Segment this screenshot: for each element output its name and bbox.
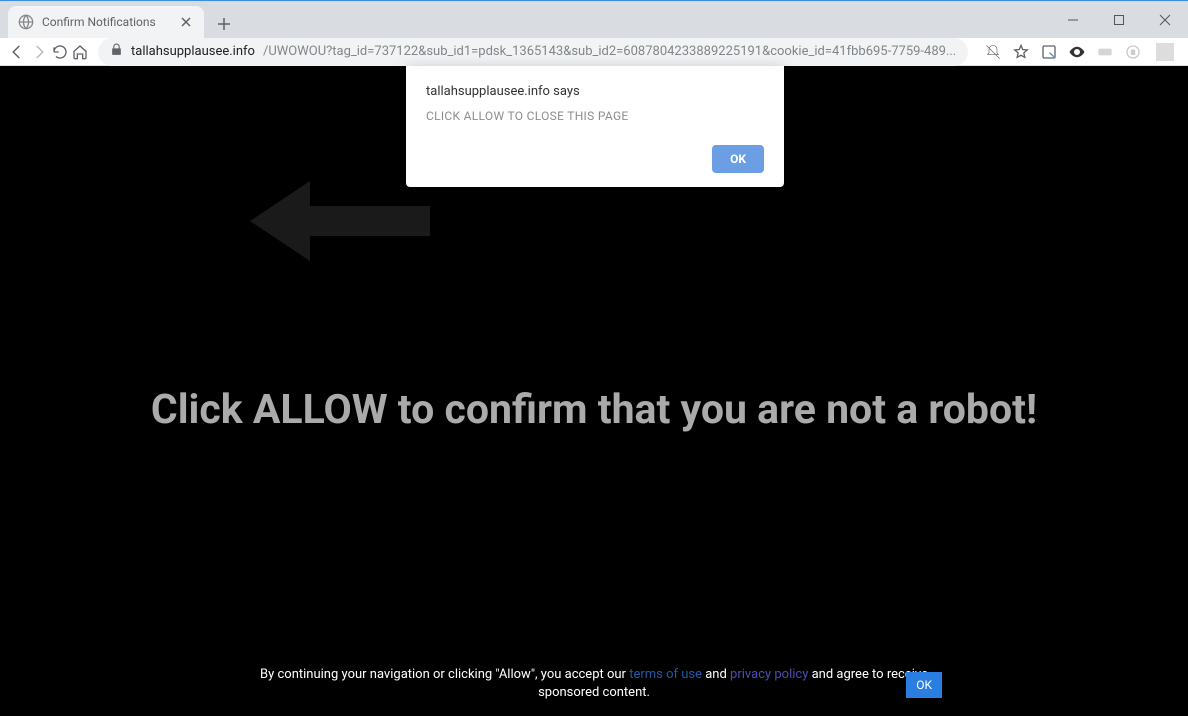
page-content: Click ALLOW to confirm that you are not …	[0, 66, 1188, 716]
new-tab-button[interactable]	[210, 10, 238, 38]
dialog-origin: tallahsupplausee.info says	[426, 84, 764, 99]
close-tab-icon[interactable]	[178, 14, 194, 30]
page-headline: Click ALLOW to confirm that you are not …	[0, 386, 1188, 434]
bell-slash-icon[interactable]	[984, 43, 1002, 61]
cookie-text-and: and	[702, 667, 730, 682]
cookie-text-prefix: By continuing your navigation or clickin…	[260, 667, 629, 682]
s-circle-icon[interactable]: S	[1124, 43, 1142, 61]
svg-text:S: S	[1131, 48, 1135, 56]
arrow-left-icon	[250, 171, 430, 271]
eye-icon[interactable]	[1068, 43, 1086, 61]
ext1-icon[interactable]	[1096, 43, 1114, 61]
lock-icon	[110, 43, 123, 60]
extension-icons: S	[978, 43, 1188, 61]
window-controls	[1050, 1, 1188, 39]
js-alert-dialog: tallahsupplausee.info says CLICK ALLOW T…	[406, 66, 784, 187]
address-bar[interactable]: tallahsupplausee.info/UWOWOU?tag_id=7371…	[98, 38, 968, 66]
globe-icon	[18, 14, 34, 30]
reload-button[interactable]	[52, 38, 68, 66]
star-icon[interactable]	[1012, 43, 1030, 61]
url-path: /UWOWOU?tag_id=737122&sub_id1=pdsk_13651…	[263, 44, 956, 59]
browser-tab[interactable]: Confirm Notifications	[8, 6, 204, 38]
note-icon[interactable]	[1040, 43, 1058, 61]
tab-title: Confirm Notifications	[42, 15, 170, 29]
url-domain: tallahsupplausee.info	[131, 44, 255, 59]
browser-toolbar: tallahsupplausee.info/UWOWOU?tag_id=7371…	[0, 38, 1188, 66]
cookie-ok-button[interactable]: OK	[906, 672, 942, 698]
terms-of-use-link[interactable]: terms of use	[629, 667, 702, 682]
separator	[1156, 43, 1174, 61]
forward-button[interactable]	[30, 38, 48, 66]
home-button[interactable]	[72, 38, 88, 66]
privacy-policy-link[interactable]: privacy policy	[730, 667, 808, 682]
close-window-button[interactable]	[1142, 1, 1188, 39]
dialog-message: CLICK ALLOW TO CLOSE THIS PAGE	[426, 109, 764, 123]
back-button[interactable]	[8, 38, 26, 66]
maximize-button[interactable]	[1096, 1, 1142, 39]
cookie-bar: By continuing your navigation or clickin…	[0, 656, 1188, 716]
minimize-button[interactable]	[1050, 1, 1096, 39]
dialog-ok-button[interactable]: OK	[712, 145, 764, 173]
window-titlebar: Confirm Notifications	[0, 0, 1188, 38]
